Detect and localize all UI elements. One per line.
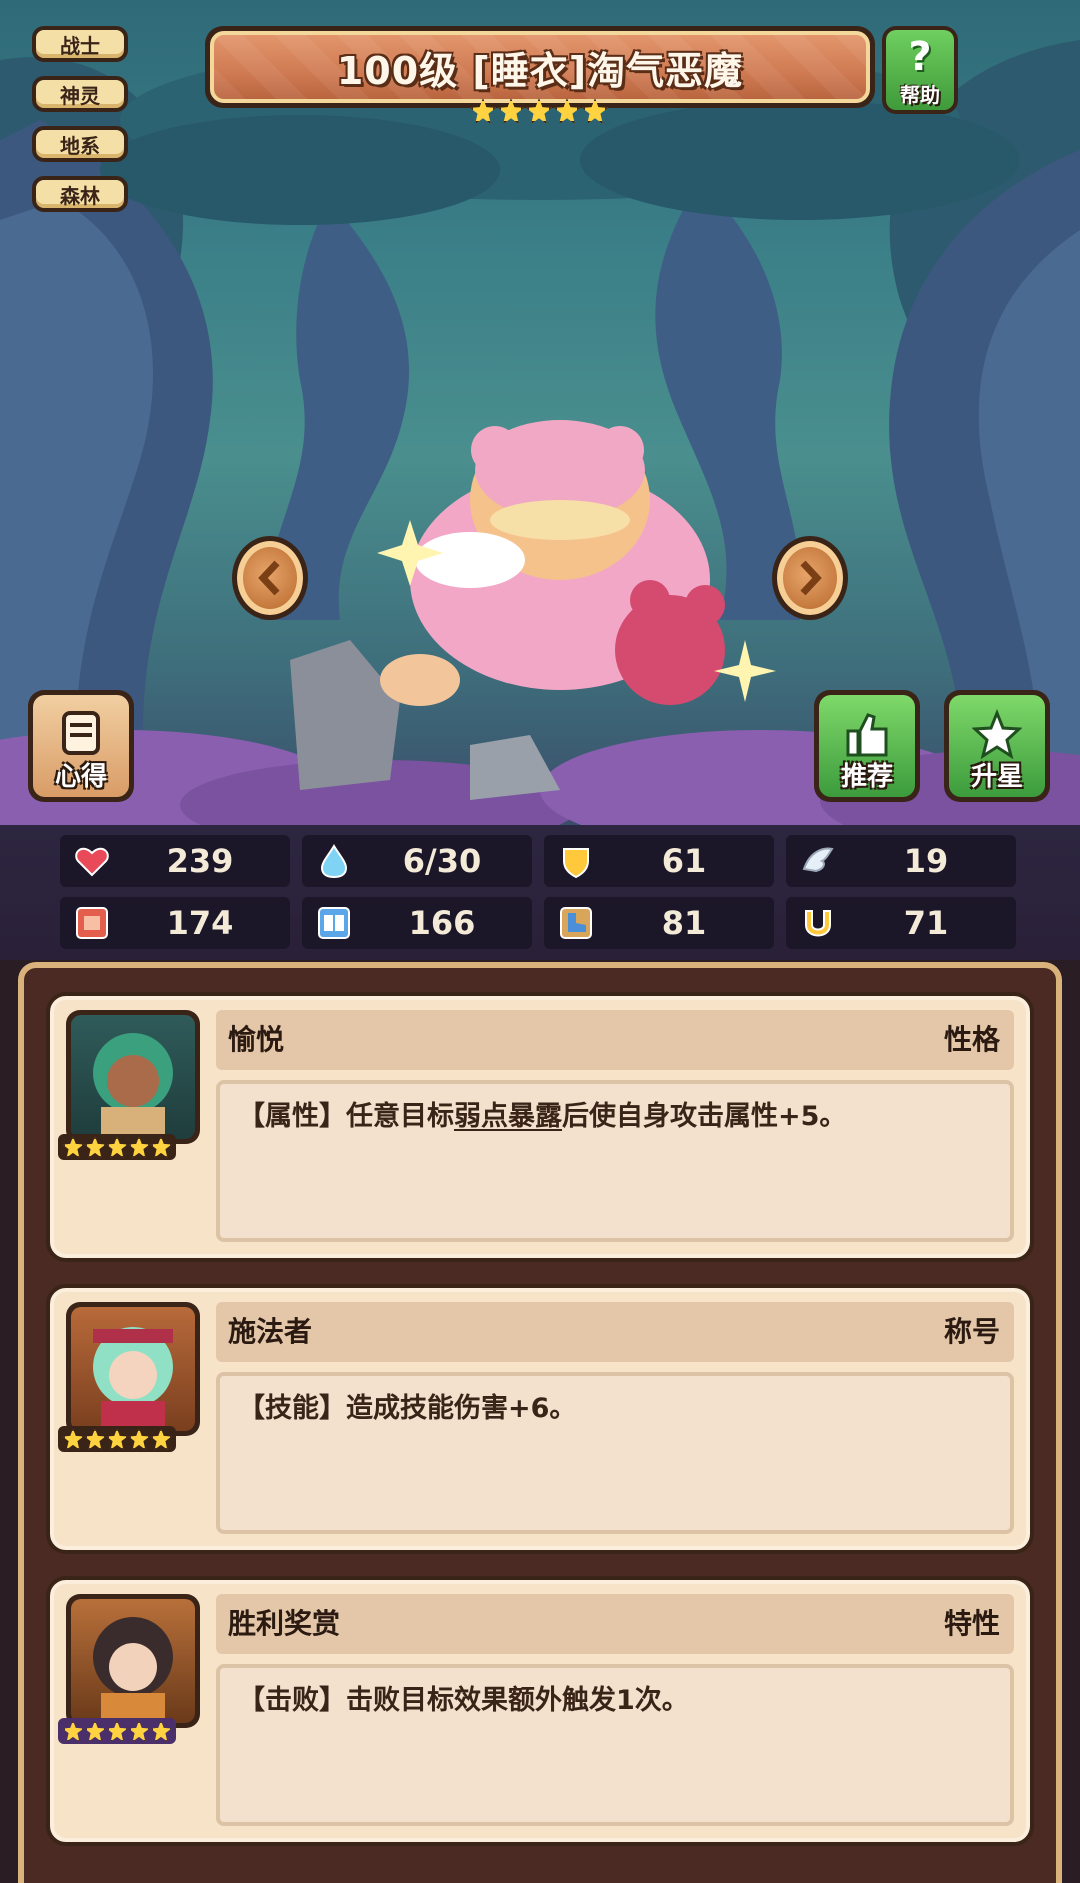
trait-header: 愉悦 性格: [216, 1010, 1014, 1070]
stat-agility: 81: [544, 897, 774, 949]
star-icon: [582, 98, 608, 124]
star-icon: [526, 98, 552, 124]
tag-habitat[interactable]: 森林: [32, 176, 128, 212]
trait-card-personality[interactable]: 愉悦 性格 【属性】任意目标弱点暴露后使自身攻击属性+5。: [46, 992, 1034, 1262]
tag-race[interactable]: 神灵: [32, 76, 128, 112]
notes-button[interactable]: 心得: [28, 690, 134, 802]
portrait-star-rating: [58, 1426, 176, 1452]
star-up-button[interactable]: 升星: [944, 690, 1050, 802]
heart-icon: [75, 847, 109, 877]
stat-attack: 174: [60, 897, 290, 949]
keyword-link[interactable]: 弱点暴露: [454, 1101, 562, 1132]
trait-name: 施法者: [228, 1315, 313, 1348]
star-up-icon: [972, 709, 1022, 760]
trait-type: 特性: [943, 1607, 1000, 1640]
horseshoe-icon: [805, 910, 831, 937]
portrait-dark-hair-character: [93, 1617, 173, 1723]
stat-agility-value: 81: [661, 904, 707, 942]
thumbs-up-icon: [846, 713, 888, 757]
stats-panel: 239 6/30 61 19 174 166 81 71: [0, 825, 1080, 960]
trait-card-feature[interactable]: 胜利奖赏 特性 【击败】击败目标效果额外触发1次。: [46, 1576, 1034, 1846]
star-icon: [498, 98, 524, 124]
help-label: 帮助: [900, 83, 940, 107]
portrait-star-rating: [58, 1134, 176, 1160]
portrait-green-hair-character: [93, 1033, 173, 1139]
star-rating: [470, 98, 608, 124]
stat-magic: 166: [302, 897, 532, 949]
trait-portrait: [66, 1302, 200, 1436]
boot-icon: [560, 907, 592, 939]
trait-description: 【击败】击败目标效果额外触发1次。: [216, 1664, 1014, 1826]
notebook-icon: [62, 711, 100, 755]
trait-header: 施法者 称号: [216, 1302, 1014, 1362]
trait-name: 愉悦: [228, 1023, 285, 1056]
stat-magic-value: 166: [408, 904, 476, 942]
stat-luck-value: 71: [903, 904, 949, 942]
portrait-star-rating: [58, 1718, 176, 1744]
stat-attack-value: 174: [166, 904, 234, 942]
title-banner: 100级 [睡衣]淘气恶魔: [205, 26, 875, 108]
water-drop-icon: [320, 844, 348, 879]
star-up-label: 升星: [970, 762, 1023, 792]
tag-element[interactable]: 地系: [32, 126, 128, 162]
wing-icon: [802, 847, 834, 873]
stat-energy-value: 6/30: [402, 842, 482, 880]
shield-icon: [563, 848, 589, 879]
portrait-mage-character: [93, 1327, 173, 1431]
question-mark-icon: ?: [908, 34, 932, 80]
notes-label: 心得: [54, 762, 107, 792]
left-arrow-icon: [258, 560, 280, 596]
stat-energy: 6/30: [302, 835, 532, 887]
book-icon: [318, 907, 350, 939]
trait-type: 称号: [943, 1315, 1000, 1348]
stat-defense: 61: [544, 835, 774, 887]
trait-header: 胜利奖赏 特性: [216, 1594, 1014, 1654]
tag-class[interactable]: 战士: [32, 26, 128, 62]
trait-name: 胜利奖赏: [228, 1607, 341, 1640]
next-character-button[interactable]: [772, 536, 848, 620]
help-button[interactable]: ? 帮助: [882, 26, 958, 114]
previous-character-button[interactable]: [232, 536, 308, 620]
scene-background: 战士 神灵 地系 森林 100级 [睡衣]淘气恶魔 ? 帮助 心得 推荐 升星: [0, 0, 1080, 825]
stat-hp-value: 239: [166, 842, 234, 880]
stat-speed-value: 19: [903, 842, 949, 880]
trait-portrait: [66, 1594, 200, 1728]
stat-defense-value: 61: [661, 842, 707, 880]
trait-card-title[interactable]: 施法者 称号 【技能】造成技能伤害+6。: [46, 1284, 1034, 1554]
stat-hp: 239: [60, 835, 290, 887]
stat-speed: 19: [786, 835, 1016, 887]
recommend-button[interactable]: 推荐: [814, 690, 920, 802]
trait-description: 【技能】造成技能伤害+6。: [216, 1372, 1014, 1534]
character-sprite: [380, 420, 725, 706]
trait-portrait: [66, 1010, 200, 1144]
trait-type: 性格: [943, 1023, 1000, 1056]
trait-description: 【属性】任意目标弱点暴露后使自身攻击属性+5。: [216, 1080, 1014, 1242]
right-arrow-icon: [800, 560, 822, 596]
character-title: 100级 [睡衣]淘气恶魔: [210, 31, 870, 103]
fist-icon: [76, 907, 108, 939]
recommend-label: 推荐: [840, 762, 893, 792]
star-icon: [554, 98, 580, 124]
star-icon: [470, 98, 496, 124]
stat-luck: 71: [786, 897, 1016, 949]
